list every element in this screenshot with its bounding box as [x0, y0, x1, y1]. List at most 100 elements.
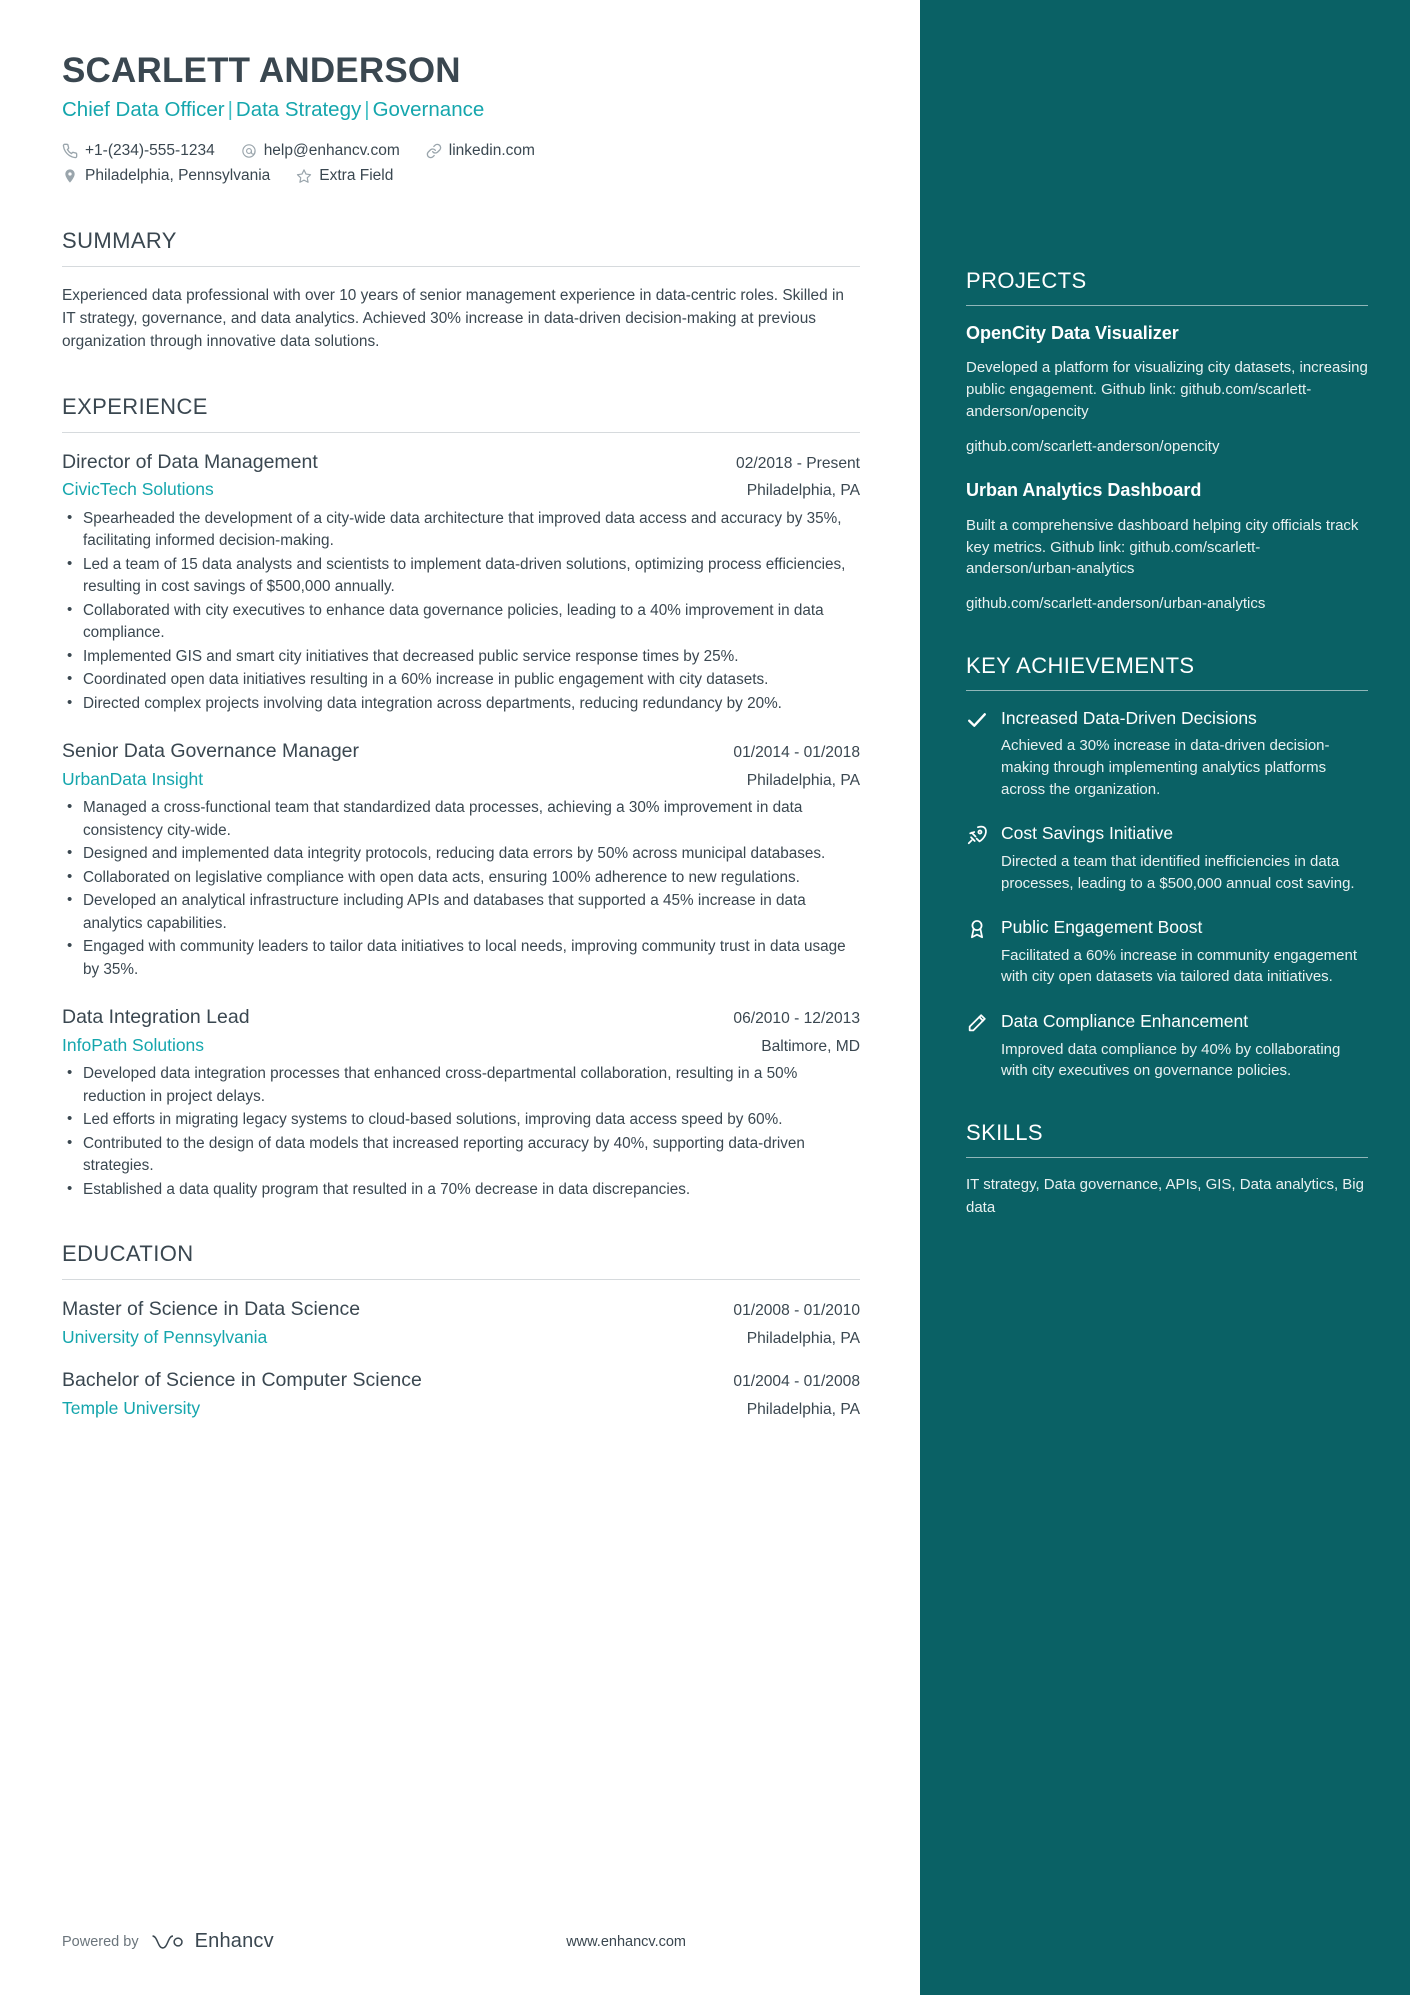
job-title: Data Integration Lead — [62, 1006, 250, 1029]
contact-phone-text: +1-(234)-555-1234 — [85, 142, 215, 160]
job-date: 02/2018 - Present — [736, 454, 860, 472]
summary-section: SUMMARY Experienced data professional wi… — [62, 228, 860, 354]
entry-subheader: University of Pennsylvania Philadelphia,… — [62, 1326, 860, 1349]
job-bullets: Developed data integration processes tha… — [62, 1062, 860, 1201]
experience-entry: Senior Data Governance Manager 01/2014 -… — [62, 739, 860, 981]
project-description: Developed a platform for visualizing cit… — [966, 359, 1368, 420]
entry-subheader: Temple University Philadelphia, PA — [62, 1397, 860, 1420]
experience-list: Director of Data Management 02/2018 - Pr… — [62, 450, 860, 1201]
projects-section: PROJECTS OpenCity Data Visualizer Develo… — [966, 268, 1368, 615]
experience-bullet: Designed and implemented data integrity … — [62, 842, 860, 865]
project-item: OpenCity Data Visualizer Developed a pla… — [966, 322, 1368, 457]
experience-bullet: Led efforts in migrating legacy systems … — [62, 1108, 860, 1131]
project-link[interactable]: github.com/scarlett-anderson/urban-analy… — [966, 593, 1368, 615]
contact-email[interactable]: help@enhancv.com — [241, 139, 400, 162]
achievement-description: Directed a team that identified ineffici… — [1001, 852, 1355, 892]
experience-bullet: Managed a cross-functional team that sta… — [62, 796, 860, 842]
experience-bullet: Collaborated with city executives to enh… — [62, 599, 860, 645]
contact-row-primary: +1-(234)-555-1234 help@enhancv.com linke… — [62, 139, 860, 162]
contact-location: Philadelphia, Pennsylvania — [62, 164, 270, 187]
job-bullets: Spearheaded the development of a city-wi… — [62, 507, 860, 715]
experience-bullet: Developed data integration processes tha… — [62, 1062, 860, 1108]
experience-entry: Director of Data Management 02/2018 - Pr… — [62, 450, 860, 715]
contact-linkedin-text: linkedin.com — [448, 142, 535, 160]
key-achievements-section: KEY ACHIEVEMENTS Increased Data-Driven D… — [966, 653, 1368, 1082]
page-title: SCARLETT ANDERSON — [62, 51, 461, 90]
project-link[interactable]: github.com/scarlett-anderson/opencity — [966, 436, 1368, 458]
project-item: Urban Analytics Dashboard Built a compre… — [966, 479, 1368, 614]
entry-subheader: CivicTech Solutions Philadelphia, PA — [62, 478, 860, 501]
left-column: SCARLETT ANDERSON Chief Data Officer | Dat… — [0, 0, 920, 1995]
company-name: CivicTech Solutions — [62, 479, 214, 500]
entry-header: Data Integration Lead 06/2010 - 12/2013 — [62, 1005, 860, 1030]
headline-part-3: Governance — [372, 97, 485, 121]
company-name: InfoPath Solutions — [62, 1034, 205, 1055]
check-icon — [966, 709, 988, 731]
divider — [62, 1279, 860, 1281]
education-entry: Bachelor of Science in Computer Science … — [62, 1368, 860, 1419]
entry-header: Master of Science in Data Science 01/200… — [62, 1297, 860, 1322]
degree-date: 01/2008 - 01/2010 — [733, 1302, 860, 1320]
achievement-item: Cost Savings Initiative Directed a team … — [966, 822, 1368, 894]
rocket-icon — [966, 824, 988, 846]
key-achievements-section-title: KEY ACHIEVEMENTS — [966, 652, 1195, 678]
experience-bullet: Contributed to the design of data models… — [62, 1132, 860, 1178]
phone-icon — [62, 143, 78, 159]
job-title: Director of Data Management — [62, 450, 318, 473]
contact-row-secondary: Philadelphia, Pennsylvania Extra Field — [62, 164, 860, 187]
experience-bullet: Led a team of 15 data analysts and scien… — [62, 553, 860, 599]
experience-section-title: EXPERIENCE — [62, 393, 208, 419]
skills-section-title: SKILLS — [966, 1120, 1044, 1146]
right-sidebar: PROJECTS OpenCity Data Visualizer Develo… — [920, 0, 1410, 1995]
contact-linkedin[interactable]: linkedin.com — [426, 139, 535, 162]
experience-bullet: Implemented GIS and smart city initiativ… — [62, 645, 860, 668]
achievement-body: Data Compliance Enhancement Improved dat… — [1001, 1010, 1368, 1082]
experience-bullet: Coordinated open data initiatives result… — [62, 668, 860, 691]
job-title: Senior Data Governance Manager — [62, 740, 360, 763]
project-title: OpenCity Data Visualizer — [966, 323, 1179, 343]
skills-text: IT strategy, Data governance, APIs, GIS,… — [966, 1176, 1364, 1216]
job-location: Baltimore, MD — [761, 1037, 860, 1055]
achievements-list: Increased Data-Driven Decisions Achieved… — [966, 707, 1368, 1082]
experience-bullet: Developed an analytical infrastructure i… — [62, 889, 860, 935]
header: SCARLETT ANDERSON Chief Data Officer | Dat… — [62, 51, 860, 188]
education-section: EDUCATION Master of Science in Data Scie… — [62, 1241, 860, 1419]
footer: Powered by Enhancv www.enhancv.com — [62, 1930, 686, 1953]
summary-text: Experienced data professional with over … — [62, 286, 844, 351]
brand-block: Powered by Enhancv — [62, 1930, 274, 1953]
project-title: Urban Analytics Dashboard — [966, 480, 1202, 501]
website-url[interactable]: www.enhancv.com — [566, 1934, 686, 1950]
link-icon — [426, 143, 442, 159]
divider — [62, 265, 860, 267]
headline-separator: | — [364, 97, 370, 121]
achievement-title: Increased Data-Driven Decisions — [1001, 707, 1257, 728]
company-name: UrbanData Insight — [62, 768, 204, 789]
contact-extra-field: Extra Field — [296, 164, 393, 187]
projects-list: OpenCity Data Visualizer Developed a pla… — [966, 322, 1368, 615]
experience-section: EXPERIENCE Director of Data Management 0… — [62, 394, 860, 1201]
school-location: Philadelphia, PA — [746, 1329, 860, 1347]
experience-bullet: Spearheaded the development of a city-wi… — [62, 507, 860, 553]
entry-header: Director of Data Management 02/2018 - Pr… — [62, 450, 860, 475]
achievement-description: Achieved a 30% increase in data-driven d… — [1001, 737, 1330, 798]
contact-phone[interactable]: +1-(234)-555-1234 — [62, 139, 215, 162]
divider — [966, 1157, 1368, 1159]
divider — [966, 689, 1368, 691]
job-date: 01/2014 - 01/2018 — [733, 744, 860, 762]
experience-bullet: Directed complex projects involving data… — [62, 692, 860, 715]
achievement-description: Improved data compliance by 40% by colla… — [1001, 1040, 1341, 1080]
degree-title: Bachelor of Science in Computer Science — [62, 1369, 422, 1392]
education-section-title: EDUCATION — [62, 1241, 194, 1267]
headline-part-2: Data Strategy — [235, 97, 362, 121]
star-icon — [296, 168, 312, 184]
job-location: Philadelphia, PA — [746, 482, 860, 500]
divider — [966, 305, 1368, 306]
location-icon — [62, 168, 78, 184]
enhancv-logo-icon — [150, 1932, 184, 1952]
job-bullets: Managed a cross-functional team that sta… — [62, 796, 860, 981]
school-name: Temple University — [62, 1397, 201, 1418]
contact-location-text: Philadelphia, Pennsylvania — [85, 167, 271, 185]
job-date: 06/2010 - 12/2013 — [733, 1010, 860, 1028]
achievement-title: Public Engagement Boost — [1001, 917, 1203, 938]
achievement-item: Data Compliance Enhancement Improved dat… — [966, 1010, 1368, 1082]
